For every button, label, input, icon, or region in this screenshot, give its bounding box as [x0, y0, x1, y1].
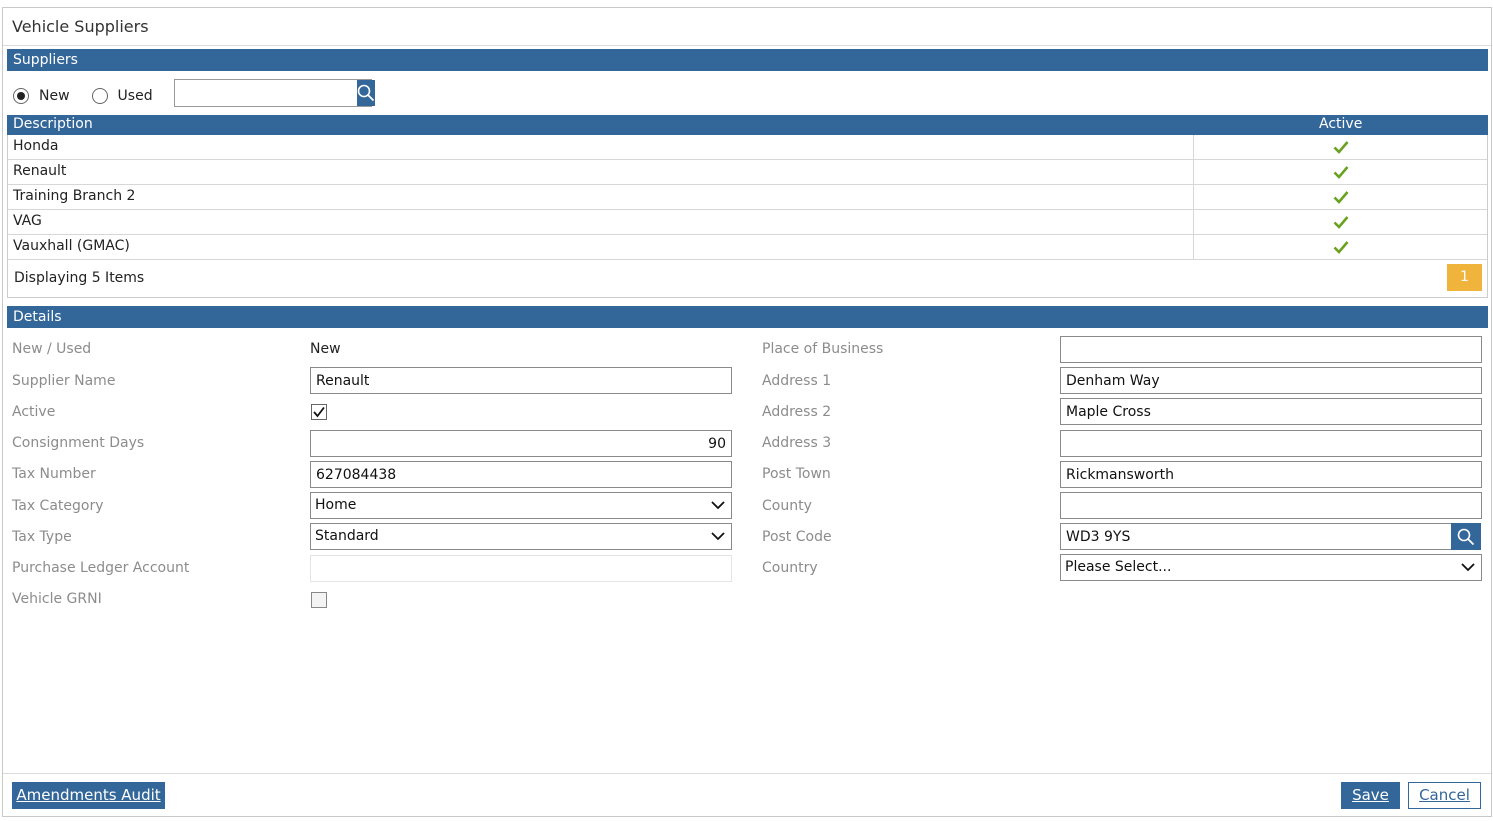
- vehicle-grni-label: Vehicle GRNI: [12, 591, 102, 607]
- row-active: [1193, 160, 1488, 184]
- row-description: Honda: [13, 138, 59, 154]
- title-divider: [3, 45, 1491, 46]
- active-checkbox[interactable]: [311, 404, 327, 420]
- tax-category-label: Tax Category: [12, 498, 104, 514]
- checkmark-icon: [313, 406, 325, 418]
- supplier-search-button[interactable]: [357, 80, 375, 106]
- county-field[interactable]: [1060, 492, 1482, 519]
- tax-category-value: Home: [315, 497, 357, 513]
- new-used-label: New / Used: [12, 341, 92, 357]
- supplier-search-box: [174, 79, 375, 107]
- consignment-days-label: Consignment Days: [12, 435, 145, 451]
- address1-field[interactable]: [1060, 367, 1482, 394]
- amendments-audit-button[interactable]: Amendments Audit: [12, 782, 165, 809]
- tax-type-label: Tax Type: [12, 529, 72, 545]
- post-town-field[interactable]: [1060, 461, 1482, 488]
- post-town-label: Post Town: [762, 466, 831, 482]
- table-row[interactable]: Honda: [8, 135, 1487, 160]
- details-section-header: Details: [7, 306, 1488, 328]
- new-used-filter: New Used: [13, 84, 175, 108]
- table-row[interactable]: Renault: [8, 160, 1487, 185]
- purchase-ledger-label: Purchase Ledger Account: [12, 560, 190, 576]
- table-row[interactable]: Vauxhall (GMAC): [8, 235, 1487, 260]
- suppliers-grid-header: Description Active: [7, 115, 1488, 135]
- purchase-ledger-field: [310, 555, 732, 582]
- vehicle-grni-checkbox[interactable]: [311, 592, 327, 608]
- chevron-down-icon: [711, 532, 725, 541]
- page-button-1[interactable]: 1: [1447, 264, 1482, 291]
- new-used-value: New: [310, 341, 341, 357]
- row-description: Renault: [13, 163, 67, 179]
- chevron-down-icon: [711, 501, 725, 510]
- window-title: Vehicle Suppliers: [12, 17, 149, 36]
- county-label: County: [762, 498, 812, 514]
- footer-divider: [3, 773, 1491, 774]
- row-active: [1193, 235, 1488, 259]
- row-active: [1193, 135, 1488, 159]
- tax-category-select[interactable]: Home: [310, 492, 732, 519]
- address2-field[interactable]: [1060, 398, 1482, 425]
- grid-footer: Displaying 5 Items 1: [7, 259, 1488, 298]
- address3-label: Address 3: [762, 435, 832, 451]
- post-code-search-button[interactable]: [1451, 523, 1481, 550]
- place-of-business-field[interactable]: [1060, 336, 1482, 363]
- chevron-down-icon: [1461, 563, 1475, 572]
- checkmark-icon: [1333, 141, 1349, 154]
- table-row[interactable]: Training Branch 2: [8, 185, 1487, 210]
- country-value: Please Select...: [1065, 559, 1172, 575]
- checkmark-icon: [1333, 191, 1349, 204]
- row-active: [1193, 210, 1488, 234]
- supplier-name-field[interactable]: [310, 367, 732, 394]
- radio-used-label[interactable]: Used: [118, 88, 153, 104]
- row-description: Vauxhall (GMAC): [13, 238, 130, 254]
- consignment-days-field[interactable]: [310, 430, 732, 457]
- suppliers-grid: Honda Renault Training Branch 2 VAG Vaux…: [7, 135, 1488, 260]
- checkmark-icon: [1333, 216, 1349, 229]
- checkmark-icon: [1333, 166, 1349, 179]
- tax-number-label: Tax Number: [12, 466, 96, 482]
- search-icon: [357, 84, 375, 102]
- tax-type-value: Standard: [315, 528, 379, 544]
- country-select[interactable]: Please Select...: [1060, 554, 1482, 581]
- save-button[interactable]: Save: [1341, 782, 1400, 809]
- active-label: Active: [12, 404, 56, 420]
- post-code-label: Post Code: [762, 529, 832, 545]
- radio-new-label[interactable]: New: [39, 88, 70, 104]
- vehicle-suppliers-window: Vehicle Suppliers Suppliers New Used Des…: [2, 7, 1492, 817]
- post-code-field[interactable]: [1060, 523, 1452, 550]
- address2-label: Address 2: [762, 404, 832, 420]
- radio-new[interactable]: [13, 88, 29, 104]
- search-icon: [1457, 528, 1475, 545]
- tax-number-field[interactable]: [310, 461, 732, 488]
- row-description: VAG: [13, 213, 42, 229]
- address1-label: Address 1: [762, 373, 832, 389]
- column-description[interactable]: Description: [13, 116, 93, 132]
- radio-used[interactable]: [91, 88, 108, 104]
- supplier-name-label: Supplier Name: [12, 373, 116, 389]
- cancel-button[interactable]: Cancel: [1408, 782, 1481, 809]
- suppliers-section-header: Suppliers: [7, 49, 1488, 71]
- tax-type-select[interactable]: Standard: [310, 523, 732, 550]
- country-label: Country: [762, 560, 818, 576]
- column-active[interactable]: Active: [1319, 116, 1362, 132]
- checkmark-icon: [1333, 241, 1349, 254]
- supplier-search-input[interactable]: [175, 80, 357, 106]
- row-description: Training Branch 2: [13, 188, 136, 204]
- row-active: [1193, 185, 1488, 209]
- address3-field[interactable]: [1060, 430, 1482, 457]
- item-count: Displaying 5 Items: [14, 270, 145, 286]
- place-of-business-label: Place of Business: [762, 341, 884, 357]
- table-row[interactable]: VAG: [8, 210, 1487, 235]
